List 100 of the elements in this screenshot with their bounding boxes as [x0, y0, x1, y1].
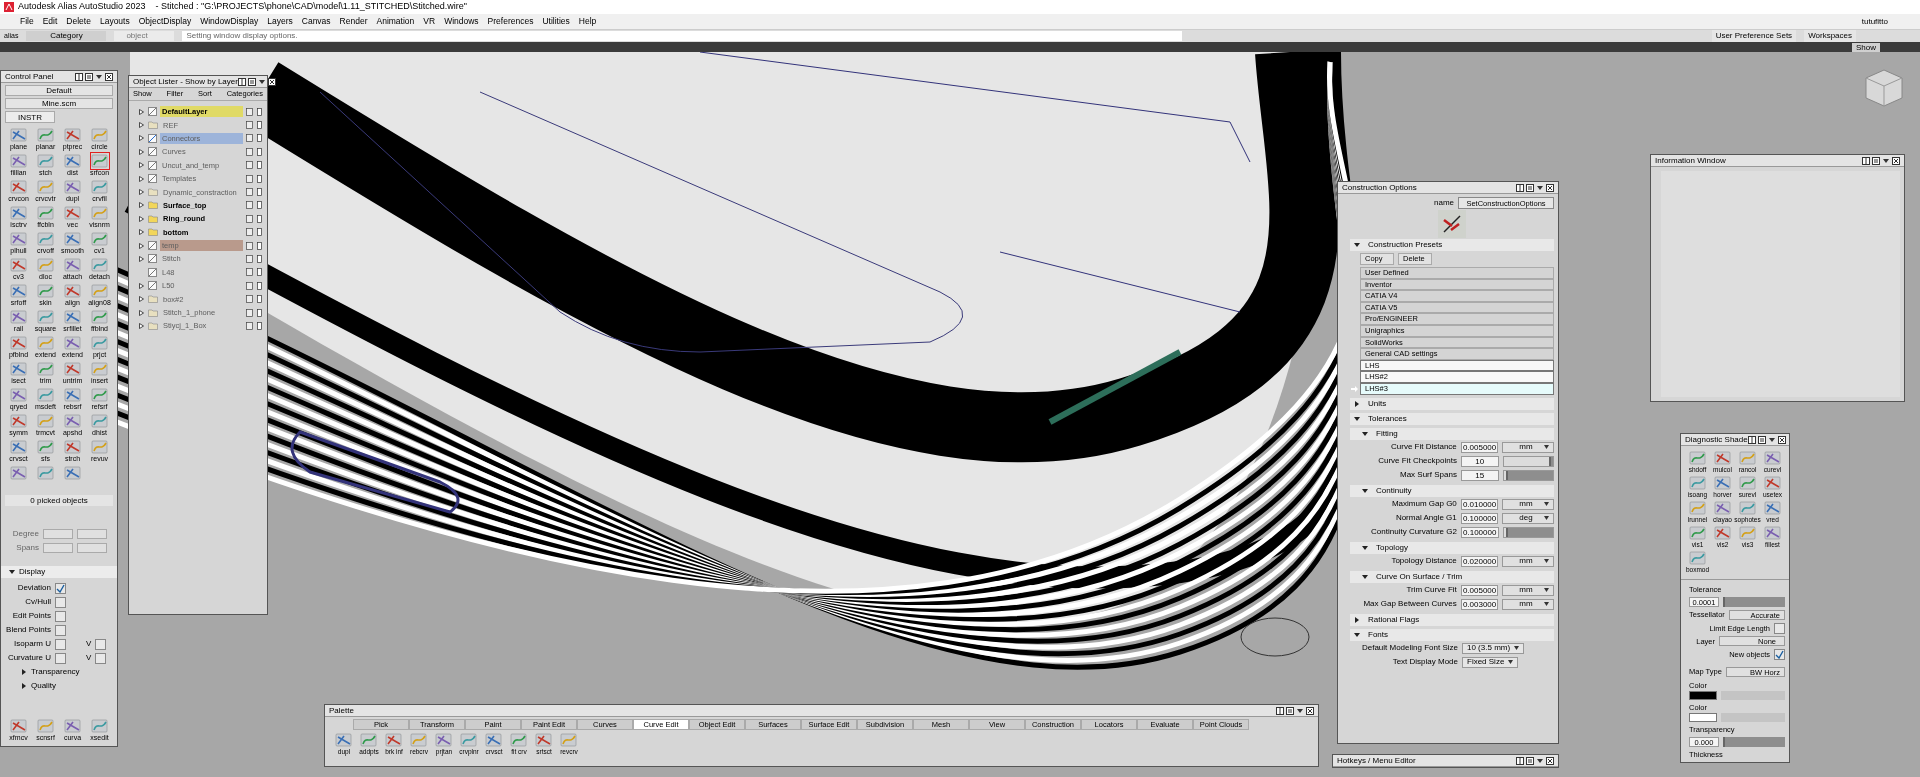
- expanded-triangle-icon[interactable]: [1362, 544, 1368, 551]
- tool-icon[interactable]: [1738, 500, 1757, 516]
- pin-icon[interactable]: [1516, 183, 1524, 192]
- close-icon[interactable]: [267, 77, 276, 86]
- expanded-triangle-icon[interactable]: [1354, 631, 1360, 638]
- tool-icon[interactable]: [1688, 475, 1707, 491]
- value-field[interactable]: 15: [1460, 469, 1499, 481]
- input-field[interactable]: [77, 543, 107, 553]
- tool-icon[interactable]: [36, 439, 55, 455]
- tool-icon[interactable]: [1688, 450, 1707, 466]
- tool-icon[interactable]: [63, 127, 82, 143]
- tool-icon[interactable]: [9, 205, 28, 221]
- tool-icon[interactable]: [36, 127, 55, 143]
- pin-icon[interactable]: [1862, 156, 1870, 165]
- tool-icon[interactable]: [90, 231, 109, 247]
- tool-icon[interactable]: [63, 387, 82, 403]
- checkbox[interactable]: [55, 638, 66, 650]
- tool-icon[interactable]: [9, 257, 28, 273]
- tool-icon[interactable]: [36, 465, 55, 481]
- collapsed-triangle-icon[interactable]: [1354, 400, 1360, 407]
- tool-icon[interactable]: [90, 153, 109, 169]
- preference-sets-button[interactable]: User Preference Sets: [1711, 30, 1797, 42]
- tool-icon[interactable]: [36, 231, 55, 247]
- collapse-icon[interactable]: [1536, 183, 1544, 192]
- tool-icon[interactable]: [360, 732, 378, 748]
- category-dropdown[interactable]: Category: [26, 31, 107, 41]
- tool-icon[interactable]: [335, 732, 353, 748]
- value-field[interactable]: 0.100000: [1460, 526, 1499, 538]
- tool-icon[interactable]: [1713, 525, 1732, 541]
- tool-icon[interactable]: [63, 335, 82, 351]
- expanded-triangle-icon[interactable]: [1362, 430, 1368, 437]
- tool-icon[interactable]: [90, 257, 109, 273]
- tool-icon[interactable]: [63, 231, 82, 247]
- tool-icon[interactable]: [1738, 475, 1757, 491]
- expanded-triangle-icon[interactable]: [9, 569, 15, 575]
- tool-icon[interactable]: [63, 718, 82, 734]
- tool-icon[interactable]: [36, 283, 55, 299]
- close-icon[interactable]: [1546, 756, 1554, 765]
- menu-item[interactable]: Help: [578, 15, 597, 28]
- tool-icon[interactable]: [63, 257, 82, 273]
- tool-icon[interactable]: [485, 732, 503, 748]
- tool-icon[interactable]: [1713, 500, 1732, 516]
- tool-icon[interactable]: [63, 413, 82, 429]
- pin-icon[interactable]: [75, 72, 83, 81]
- tool-icon[interactable]: [9, 718, 28, 734]
- tool-icon[interactable]: [1763, 475, 1782, 491]
- checkbox[interactable]: [55, 582, 66, 594]
- picked-objects-dropdown[interactable]: 0 picked objects: [5, 495, 113, 506]
- workspaces-button[interactable]: Workspaces: [1804, 30, 1856, 42]
- color-swatch[interactable]: [1689, 690, 1717, 700]
- pin-icon[interactable]: [1516, 756, 1524, 765]
- unit-dropdown[interactable]: mm: [1502, 498, 1554, 510]
- tool-icon[interactable]: [1763, 450, 1782, 466]
- menu-icon[interactable]: [1757, 435, 1766, 444]
- pin-icon[interactable]: [237, 77, 246, 86]
- collapsed-triangle-icon[interactable]: [1354, 616, 1360, 623]
- tool-icon[interactable]: [90, 413, 109, 429]
- expand-arrow-icon[interactable]: [139, 256, 144, 262]
- slider-track[interactable]: [1723, 737, 1785, 748]
- tool-icon[interactable]: [36, 205, 55, 221]
- checkbox[interactable]: [55, 652, 66, 664]
- tool-icon[interactable]: [9, 465, 28, 481]
- expanded-triangle-icon[interactable]: [1354, 415, 1360, 422]
- checkbox[interactable]: [1774, 622, 1785, 634]
- value-field[interactable]: 10: [1460, 455, 1499, 467]
- tool-icon[interactable]: [1713, 475, 1732, 491]
- tool-icon[interactable]: [9, 309, 28, 325]
- menu-icon[interactable]: [85, 72, 93, 81]
- shelf-file-field[interactable]: Mine.scm: [5, 98, 113, 109]
- collapse-icon[interactable]: [1296, 706, 1304, 715]
- menu-icon[interactable]: [1872, 156, 1880, 165]
- menu-item[interactable]: Utilities: [542, 15, 570, 28]
- close-icon[interactable]: [1892, 156, 1900, 165]
- menu-item[interactable]: Animation: [376, 15, 415, 28]
- tool-icon[interactable]: [510, 732, 528, 748]
- tool-icon[interactable]: [1688, 525, 1707, 541]
- tool-icon[interactable]: [63, 309, 82, 325]
- tool-icon[interactable]: [1713, 450, 1732, 466]
- dropdown[interactable]: 10 (3.5 mm): [1462, 642, 1525, 654]
- pin-icon[interactable]: [1747, 435, 1756, 444]
- menu-item[interactable]: Preferences: [487, 15, 534, 28]
- section-title[interactable]: Units: [1368, 397, 1387, 410]
- tool-icon[interactable]: [9, 231, 28, 247]
- subsection-title[interactable]: Transparency: [31, 666, 80, 678]
- close-icon[interactable]: [105, 72, 113, 81]
- close-icon[interactable]: [1546, 183, 1554, 192]
- tool-icon[interactable]: [1763, 525, 1782, 541]
- menu-item[interactable]: VR: [423, 15, 436, 28]
- tool-icon[interactable]: [90, 179, 109, 195]
- color-swatch[interactable]: [1689, 713, 1717, 722]
- tool-icon[interactable]: [90, 387, 109, 403]
- tool-icon[interactable]: [36, 153, 55, 169]
- tool-icon[interactable]: [9, 153, 28, 169]
- tool-icon[interactable]: [9, 439, 28, 455]
- value-field[interactable]: 0.010000: [1460, 498, 1499, 510]
- tool-icon[interactable]: [435, 732, 453, 748]
- unit-dropdown[interactable]: deg: [1502, 512, 1554, 524]
- close-icon[interactable]: [1777, 435, 1786, 444]
- checkbox[interactable]: [1774, 649, 1785, 661]
- close-icon[interactable]: [1306, 706, 1314, 715]
